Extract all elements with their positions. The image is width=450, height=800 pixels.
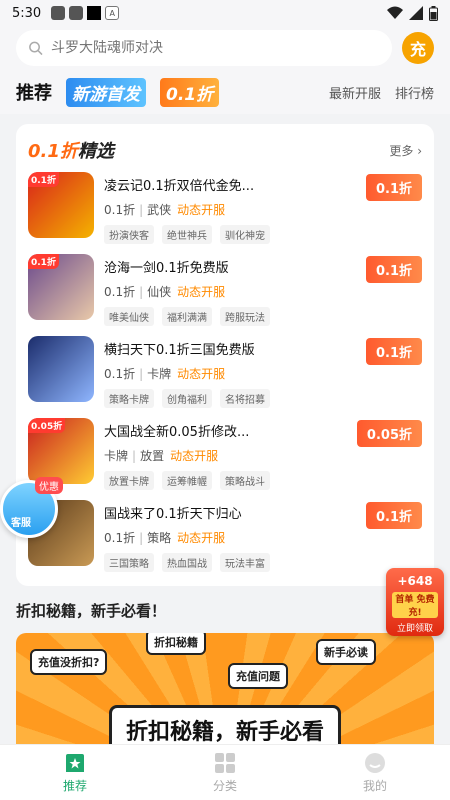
tag: 扮演侠客: [104, 225, 154, 244]
discount-button[interactable]: 0.1折: [365, 256, 422, 283]
game-tags: 三国策略 热血国战 玩法丰富: [104, 553, 422, 572]
game-item[interactable]: 国战来了0.1折天下归心 0.1折 | 策略 动态开服 三国策略 热血国战 玩法丰富 …: [28, 500, 422, 582]
search-icon: [29, 41, 43, 56]
game-item[interactable]: 0.1折 沧海一剑0.1折免费版 0.1折 | 仙侠 动态开服 唯美仙侠 福利满满 跨…: [28, 254, 422, 336]
status-bar: 5:30 A: [0, 0, 450, 26]
tab-ranking[interactable]: 排行榜: [395, 83, 434, 102]
tag: 驯化神宠: [220, 225, 270, 244]
tag: 三国策略: [104, 553, 154, 572]
first-recharge-gift[interactable]: +648 首单 免费充! 立即领取: [386, 568, 444, 636]
tab-newest-servers[interactable]: 最新开服: [329, 83, 381, 102]
tag: 创角福利: [162, 389, 212, 408]
notification-icon: [87, 6, 102, 20]
tab-new-game[interactable]: 新游首发: [66, 77, 146, 107]
tag: 放置卡牌: [104, 471, 154, 490]
game-item[interactable]: 0.05折 大国战全新0.05折修改... 卡牌 | 放置 动态开服 放置卡牌 运筹帷…: [28, 418, 422, 500]
tag: 跨服玩法: [220, 307, 270, 326]
game-name: 大国战全新0.05折修改...: [104, 425, 250, 440]
tag: 绝世神兵: [162, 225, 212, 244]
grid-icon: [215, 752, 235, 773]
nav-category[interactable]: 分类: [150, 745, 300, 800]
game-tags: 策略卡牌 创角福利 名将招募: [104, 389, 422, 408]
game-item[interactable]: 横扫天下0.1折三国免费版 0.1折 | 卡牌 动态开服 策略卡牌 创角福利 名将招募…: [28, 336, 422, 418]
nav-home[interactable]: 推荐: [0, 745, 150, 800]
game-tags: 扮演侠客 绝世神兵 驯化神宠: [104, 225, 422, 244]
header: 充 推荐 新游首发 0.1折 最新开服 排行榜: [0, 26, 450, 114]
signal-icon: [409, 6, 423, 20]
game-meta: 0.1折 | 策略 动态开服: [104, 531, 226, 545]
tag: 策略战斗: [220, 471, 270, 490]
customer-service-button[interactable]: 优惠 客服: [0, 477, 63, 538]
gift-subtitle: 首单 免费充!: [392, 592, 438, 618]
discount-button[interactable]: 0.1折: [365, 338, 422, 365]
game-name: 国战来了0.1折天下归心: [104, 507, 242, 522]
search-bar[interactable]: [16, 30, 392, 66]
discount-button[interactable]: 0.1折: [365, 502, 422, 529]
gift-claim: 立即领取: [396, 624, 433, 634]
section-title: 折扣秘籍，新手必看！: [16, 602, 167, 620]
home-icon: [66, 753, 84, 772]
banner-bubble: 新手必读: [316, 639, 376, 665]
tag: 策略卡牌: [104, 389, 154, 408]
discount-button[interactable]: 0.1折: [365, 174, 422, 201]
featured-title: 0.1折精选: [28, 141, 114, 162]
top-nav-tabs: 推荐 新游首发 0.1折 最新开服 排行榜: [16, 70, 434, 114]
discount-corner: 0.1折: [28, 254, 59, 269]
notification-icon: [69, 6, 84, 20]
nav-label: 推荐: [62, 778, 87, 793]
game-icon: 0.1折: [28, 254, 94, 320]
battery-icon: [429, 5, 438, 21]
recharge-button[interactable]: 充: [402, 32, 434, 64]
tab-recommend[interactable]: 推荐: [16, 79, 52, 105]
tab-discount[interactable]: 0.1折: [160, 77, 220, 107]
game-icon: 0.1折: [28, 172, 94, 238]
game-tags: 唯美仙侠 福利满满 跨服玩法: [104, 307, 422, 326]
discount-button[interactable]: 0.05折: [356, 420, 422, 447]
wifi-icon: [387, 6, 403, 19]
tag: 福利满满: [162, 307, 212, 326]
user-icon: [365, 752, 385, 773]
game-name: 凌云记0.1折双倍代金免...: [104, 179, 255, 194]
tag: 运筹帷幄: [162, 471, 212, 490]
featured-header: 0.1折精选 更多 ›: [28, 134, 422, 166]
tag: 玩法丰富: [220, 553, 270, 572]
game-name: 横扫天下0.1折三国免费版: [104, 343, 255, 358]
nav-mine[interactable]: 我的: [300, 745, 450, 800]
game-name: 沧海一剑0.1折免费版: [104, 261, 229, 276]
tag: 热血国战: [162, 553, 212, 572]
game-meta: 0.1折 | 武侠 动态开服: [104, 203, 226, 217]
discount-corner: 0.05折: [28, 418, 66, 433]
tag: 名将招募: [220, 389, 270, 408]
game-meta: 卡牌 | 放置 动态开服: [104, 449, 219, 463]
service-label: 客服: [11, 518, 31, 529]
bottom-nav: 推荐 分类 我的: [0, 744, 450, 800]
game-meta: 0.1折 | 仙侠 动态开服: [104, 285, 226, 299]
game-icon: [28, 336, 94, 402]
promo-badge: 优惠: [35, 477, 63, 494]
banner-bubble: 充值问题: [228, 663, 288, 689]
nav-label: 我的: [362, 778, 387, 793]
game-item[interactable]: 0.1折 凌云记0.1折双倍代金免... 0.1折 | 武侠 动态开服 扮演侠客 绝世…: [28, 172, 422, 254]
banner-bubble: 折扣秘籍: [146, 633, 206, 655]
status-time: 5:30: [12, 5, 42, 21]
banner-bubble: 充值没折扣?: [30, 649, 108, 675]
game-meta: 0.1折 | 卡牌 动态开服: [104, 367, 226, 381]
game-icon: 0.05折: [28, 418, 94, 484]
featured-card: 0.1折精选 更多 › 0.1折 凌云记0.1折双倍代金免... 0.1折 | 武侠…: [16, 124, 434, 586]
search-row: 充: [16, 26, 434, 70]
notification-icon: [51, 6, 66, 20]
more-link[interactable]: 更多 ›: [389, 142, 422, 159]
gift-amount: +648: [397, 574, 433, 588]
discount-corner: 0.1折: [28, 172, 59, 187]
nav-label: 分类: [212, 778, 237, 793]
search-input[interactable]: [50, 40, 380, 56]
game-tags: 放置卡牌 运筹帷幄 策略战斗: [104, 471, 422, 490]
tag: 唯美仙侠: [104, 307, 154, 326]
a-icon: A: [105, 6, 120, 20]
